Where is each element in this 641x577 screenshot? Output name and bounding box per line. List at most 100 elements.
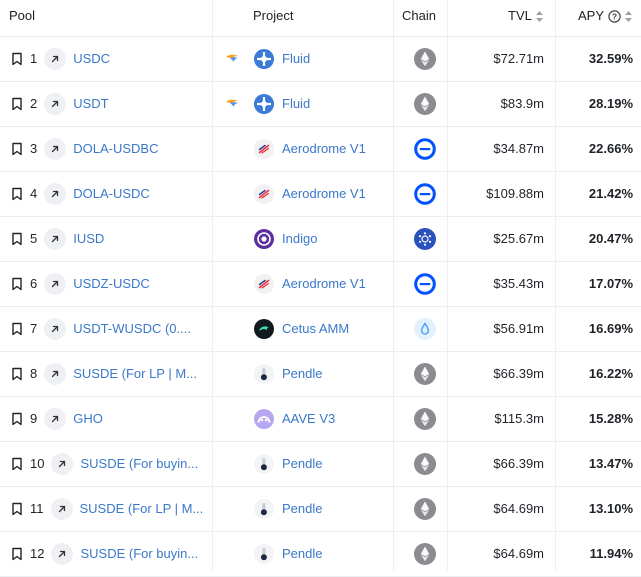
header-apy-sort[interactable]: APY? bbox=[578, 0, 633, 36]
sort-icon bbox=[535, 11, 543, 23]
fluid-icon bbox=[254, 48, 274, 69]
pool-link[interactable]: IUSD bbox=[73, 231, 104, 246]
bookmark-icon[interactable] bbox=[10, 457, 24, 471]
external-link-icon[interactable] bbox=[44, 362, 67, 385]
project-cell: Pendle bbox=[254, 441, 392, 486]
table-row[interactable]: 9 GHO AAVE V3 $115.3m 15.28% bbox=[0, 396, 641, 442]
sui-icon[interactable] bbox=[414, 317, 436, 340]
bookmark-icon[interactable] bbox=[10, 52, 24, 66]
table-row[interactable]: 10 SUSDE (For buyin... Pendle $66.39m 13.47% bbox=[0, 441, 641, 487]
external-link-icon[interactable] bbox=[44, 227, 67, 250]
bookmark-icon[interactable] bbox=[10, 412, 24, 426]
table-header: Pool Project Chain TVL APY? bbox=[0, 0, 641, 37]
table-row[interactable]: 1 USDC Fluid $72.71m 32.59% bbox=[0, 36, 641, 82]
base-icon[interactable] bbox=[414, 137, 436, 160]
pool-cell: 9 GHO bbox=[10, 396, 210, 441]
bookmark-icon[interactable] bbox=[10, 277, 24, 291]
external-link-icon[interactable] bbox=[51, 452, 74, 475]
project-link[interactable]: Fluid bbox=[282, 51, 310, 66]
bookmark-icon[interactable] bbox=[10, 142, 24, 156]
pool-link[interactable]: USDC bbox=[73, 51, 110, 66]
ethereum-icon[interactable] bbox=[414, 92, 436, 115]
project-link[interactable]: Pendle bbox=[282, 501, 322, 516]
project-link[interactable]: Aerodrome V1 bbox=[282, 141, 366, 156]
pool-link[interactable]: USDT-WUSDC (0.... bbox=[73, 321, 191, 336]
row-rank: 6 bbox=[30, 276, 38, 291]
header-project: Project bbox=[253, 8, 294, 23]
table-row[interactable]: 7 USDT-WUSDC (0.... Cetus AMM $56.91m 16.69% bbox=[0, 306, 641, 352]
chain-cell bbox=[414, 126, 438, 171]
external-link-icon[interactable] bbox=[44, 47, 67, 70]
pool-link[interactable]: SUSDE (For LP | M... bbox=[73, 366, 197, 381]
project-link[interactable]: Pendle bbox=[282, 546, 322, 561]
chain-cell bbox=[414, 36, 438, 81]
table-row[interactable]: 12 SUSDE (For buyin... Pendle $64.69m 11.94% bbox=[0, 531, 641, 577]
tvl-value: $115.3m bbox=[494, 411, 544, 426]
chain-cell bbox=[414, 441, 438, 486]
pool-link[interactable]: SUSDE (For buyin... bbox=[80, 456, 198, 471]
help-icon[interactable]: ? bbox=[608, 10, 621, 23]
project-link[interactable]: Aerodrome V1 bbox=[282, 276, 366, 291]
bookmark-icon[interactable] bbox=[10, 547, 24, 561]
pool-link[interactable]: USDT bbox=[73, 96, 108, 111]
ethereum-icon[interactable] bbox=[414, 452, 436, 475]
project-link[interactable]: Fluid bbox=[282, 96, 310, 111]
project-link[interactable]: AAVE V3 bbox=[282, 411, 335, 426]
table-row[interactable]: 3 DOLA-USDBC Aerodrome V1 $34.87m 22.66% bbox=[0, 126, 641, 172]
table-row[interactable]: 4 DOLA-USDC Aerodrome V1 $109.88m 21.42% bbox=[0, 171, 641, 217]
project-link[interactable]: Cetus AMM bbox=[282, 321, 349, 336]
project-link[interactable]: Pendle bbox=[282, 366, 322, 381]
pool-link[interactable]: GHO bbox=[73, 411, 103, 426]
header-tvl-sort[interactable]: TVL bbox=[508, 0, 543, 36]
header-tvl: TVL bbox=[508, 8, 532, 23]
external-link-icon[interactable] bbox=[44, 407, 67, 430]
pendle-icon bbox=[254, 543, 274, 564]
project-link[interactable]: Indigo bbox=[282, 231, 317, 246]
chain-cell bbox=[414, 171, 438, 216]
pool-link[interactable]: SUSDE (For buyin... bbox=[80, 546, 198, 561]
external-link-icon[interactable] bbox=[44, 272, 67, 295]
external-link-icon[interactable] bbox=[44, 137, 67, 160]
base-icon[interactable] bbox=[414, 182, 436, 205]
ethereum-icon[interactable] bbox=[414, 47, 436, 70]
pool-cell: 2 USDT bbox=[10, 81, 210, 126]
ethereum-icon[interactable] bbox=[414, 542, 436, 565]
svg-text:?: ? bbox=[612, 12, 617, 22]
tvl-value: $34.87m bbox=[493, 141, 544, 156]
bookmark-icon[interactable] bbox=[10, 322, 24, 336]
bookmark-icon[interactable] bbox=[10, 367, 24, 381]
bookmark-icon[interactable] bbox=[10, 232, 24, 246]
bookmark-icon[interactable] bbox=[10, 97, 24, 111]
aerodrome-icon bbox=[254, 183, 274, 204]
pool-link[interactable]: USDZ-USDC bbox=[73, 276, 150, 291]
row-rank: 4 bbox=[30, 186, 38, 201]
table-row[interactable]: 8 SUSDE (For LP | M... Pendle $66.39m 16.22% bbox=[0, 351, 641, 397]
pool-link[interactable]: DOLA-USDBC bbox=[73, 141, 158, 156]
project-link[interactable]: Pendle bbox=[282, 456, 322, 471]
table-row[interactable]: 6 USDZ-USDC Aerodrome V1 $35.43m 17.07% bbox=[0, 261, 641, 307]
tvl-value: $83.9m bbox=[500, 96, 544, 111]
ethereum-icon[interactable] bbox=[414, 362, 436, 385]
bookmark-icon[interactable] bbox=[10, 187, 24, 201]
header-apy: APY bbox=[578, 8, 605, 23]
external-link-icon[interactable] bbox=[50, 497, 73, 520]
external-link-icon[interactable] bbox=[44, 317, 67, 340]
pool-cell: 11 SUSDE (For LP | M... bbox=[10, 486, 210, 531]
external-link-icon[interactable] bbox=[44, 92, 67, 115]
table-row[interactable]: 5 IUSD Indigo $25.67m 20.47% bbox=[0, 216, 641, 262]
ethereum-icon[interactable] bbox=[414, 407, 436, 430]
cardano-icon[interactable] bbox=[414, 227, 436, 250]
table-row[interactable]: 2 USDT Fluid $83.9m 28.19% bbox=[0, 81, 641, 127]
chain-cell bbox=[414, 396, 438, 441]
tvl-value: $109.88m bbox=[486, 186, 544, 201]
base-icon[interactable] bbox=[414, 272, 436, 295]
pool-link[interactable]: SUSDE (For LP | M... bbox=[80, 501, 204, 516]
external-link-icon[interactable] bbox=[51, 542, 74, 565]
table-row[interactable]: 11 SUSDE (For LP | M... Pendle $64.69m 13.10… bbox=[0, 486, 641, 532]
external-link-icon[interactable] bbox=[44, 182, 67, 205]
pool-link[interactable]: DOLA-USDC bbox=[73, 186, 150, 201]
bookmark-icon[interactable] bbox=[10, 502, 24, 516]
project-cell: Indigo bbox=[254, 216, 392, 261]
ethereum-icon[interactable] bbox=[414, 497, 436, 520]
project-link[interactable]: Aerodrome V1 bbox=[282, 186, 366, 201]
